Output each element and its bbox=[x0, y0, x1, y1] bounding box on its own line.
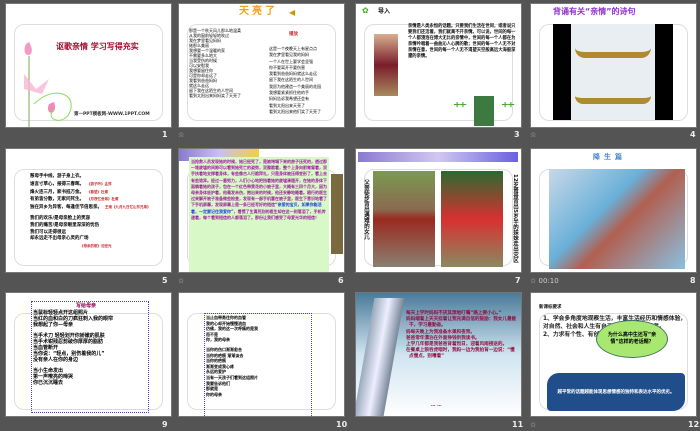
slide-title: 讴歌亲情 学习写得充实 bbox=[56, 42, 139, 51]
text-line: 当手术刀 轻轻划开你娇嫩的肌肤 bbox=[33, 332, 105, 339]
slide-thumbnail-1[interactable]: 讴歌亲情 学习写得充实 第一PPT模板网-WWW.1PPT.COM bbox=[5, 3, 172, 128]
text-line: 却永远走不出母亲心灵的广场 bbox=[30, 236, 89, 242]
slide-number: 1 bbox=[162, 130, 168, 139]
summary-banner: 越平常的话题越能体现思想情感的独特和表达水平的优劣。 bbox=[547, 373, 685, 411]
slide-number: 8 bbox=[690, 276, 696, 285]
saxophone-image bbox=[356, 298, 405, 416]
slide-number: 6 bbox=[338, 276, 344, 285]
text-line: 独在异乡为异客，每逢佳节倍思亲。 王维《九月九日忆山东兄弟》 bbox=[30, 205, 151, 211]
intro-text: 亲情是人类永恒的话题。只要我们生活在世间，或者说只要我们还活着，我们就离不开亲情… bbox=[408, 24, 516, 59]
lyrics-right: 这是一个夜晚天上有星点点 我在梦里看见我的妈妈 一个人在世上要学会坚强 你不要离开不要… bbox=[269, 46, 321, 115]
slide-heading: 新课标要求 bbox=[539, 305, 562, 310]
poem-source: 《月夜忆舍弟》杜甫 bbox=[87, 197, 119, 202]
slide-thumbnail-5[interactable]: 慈母手中线，游子身上衣。谁言寸草心，报得三春晖。 《游子吟》孟郊 烽火连三月，家书抵… bbox=[5, 148, 172, 273]
photo-caption-left: 父亲徒步背出遇难的女儿 bbox=[363, 179, 369, 240]
surgery-photo bbox=[549, 169, 685, 269]
text-line: 我们的欢乐/是母亲脸上的笑容 bbox=[30, 215, 91, 221]
text-line: 仿佛，我的这一次呼痛的是我 bbox=[206, 326, 258, 332]
slide-thumbnail-12[interactable]: 新课标要求 1、学会多角度地观察生活，丰富生活经历和情感体验，对自然、社会和人生… bbox=[530, 292, 697, 417]
ellipsis: … … bbox=[431, 403, 442, 408]
slide-number: 5 bbox=[162, 276, 168, 285]
father-daughter-photo bbox=[373, 171, 435, 267]
text-line: 谁言寸草心，报得三春晖。 《游子吟》孟郊 bbox=[30, 181, 112, 187]
slide-number: 9 bbox=[162, 420, 168, 429]
grass-image: ⺿ bbox=[453, 102, 467, 118]
slide-thumbnail-2[interactable]: 天亮了 ◀ 播放 那是一个秋天风儿那么地温柔 从我的窗前轻轻地吹过 我在梦里看见妈妈… bbox=[178, 3, 345, 128]
text-line: 烽火连三月，家书抵万金。 《春望》杜甫 bbox=[30, 189, 108, 195]
grass-image: ⺿ bbox=[501, 102, 515, 118]
audio-label[interactable]: 播放 bbox=[289, 32, 298, 38]
slide-number: 3 bbox=[514, 130, 520, 139]
side-photo bbox=[331, 174, 343, 254]
slide-title: 降生篇 bbox=[593, 153, 626, 161]
text-line: 有弟皆分散，无家问死生。 《月夜忆舍弟》杜甫 bbox=[30, 197, 119, 203]
slide-thumbnail-9[interactable]: 写给母亲 当鼠标轻轻点开这组照片 当红的血和白的刀疯狂刺入我的眼帘 我想起了你—母亲… bbox=[5, 292, 172, 417]
speech-bubble: 为什么高中生还写”亲情”这样的老话题？ bbox=[596, 320, 668, 358]
transition-icon[interactable]: ☆ bbox=[530, 131, 536, 139]
leaf-icon: ✿ bbox=[362, 6, 369, 15]
transition-icon[interactable]: ☆ bbox=[178, 131, 184, 139]
slide-thumbnail-7[interactable]: 父亲徒步背出遇难的女儿 12岁哥哥背出5岁半的妹妹走出灾区 bbox=[355, 148, 522, 273]
text-line: 你已沉沉睡去 bbox=[33, 380, 64, 387]
slide-thumbnail-8[interactable]: 降生篇 bbox=[530, 148, 697, 273]
poem-lines: 当鼠标轻轻点开这组照片 当红的血和白的刀疯狂刺入我的眼帘 我想起了你—母亲 当手术刀 … bbox=[33, 310, 113, 386]
text-line: 你的母亲 bbox=[206, 391, 222, 397]
text-line: 妈妈端着上天天挂着让我充满自信的鼓励：我女儿最能干，学习最勤奋。 bbox=[406, 317, 517, 329]
transition-icon[interactable]: ☆ bbox=[530, 421, 536, 429]
story-text: 当抢救人员发现她的时候，她已经死了，是被垮塌下来的房子压死的，透过那一堆废墟的间… bbox=[189, 157, 329, 272]
transition-icon[interactable]: ☆ bbox=[178, 277, 184, 285]
brother-sister-photo bbox=[441, 171, 503, 267]
text-line: 《母亲的眼》沈宏光 bbox=[80, 244, 112, 249]
speaker-icon[interactable]: ◀ bbox=[289, 9, 295, 17]
slide-thumbnail-4[interactable]: 背诵有关“亲情”的诗句 bbox=[530, 3, 697, 128]
slide-number: 11 bbox=[512, 420, 524, 429]
slide-title: 导入 bbox=[378, 8, 391, 15]
text-line: 当有一天孩子们看到这组照片 bbox=[206, 374, 258, 380]
illustration-image bbox=[553, 24, 673, 120]
slide-thumbnail-3[interactable]: ✿ 导入 亲情是人类永恒的话题。只要我们生活在世间，或者说只要我们还活着，我们就… bbox=[355, 3, 522, 128]
slide-title: 天亮了 bbox=[239, 6, 278, 17]
slide-number: 12 bbox=[688, 420, 700, 429]
poem-lines: 慈母手中线，游子身上衣。谁言寸草心，报得三春晖。 《游子吟》孟郊 烽火连三月，家书抵… bbox=[30, 174, 151, 250]
text-line: 我们的痛苦/是母亲眼里深深的忧伤 bbox=[30, 222, 100, 228]
grandfather-child-photo bbox=[374, 34, 398, 96]
slide-number: 7 bbox=[515, 276, 521, 285]
timing-label: ☆ 00:10 bbox=[530, 277, 559, 285]
bullet-list: 每天上学时妈妈不厌其烦地叮嘱“路上要小心。” 妈妈端着上天天挂着让我充满自信的鼓励… bbox=[406, 311, 518, 361]
slide-number: 10 bbox=[336, 420, 348, 429]
poem-source: 《游子吟》孟郊 bbox=[87, 181, 112, 186]
text-line: 在餐桌上狼吞虎咽时，我妈一边为我拍背一边说：“慢点慢点，别噎着” bbox=[406, 348, 515, 360]
text-line: 慈母手中线，游子身上衣。 bbox=[30, 174, 84, 179]
garden-photo bbox=[474, 96, 494, 126]
poem-lines: 当止血带勇往你的血管 我的心却开始慢慢流血 仿佛，我的这一次呼痛的是我 而不是 你，我的… bbox=[206, 315, 258, 397]
lyrics-left: 那是一个秋天风儿那么地温柔 从我的窗前轻轻地吹过 我在梦里看见妈妈 她那么美丽 我想要一… bbox=[189, 28, 241, 98]
photo-caption-right: 12岁哥哥背出5岁半的妹妹走出灾区 bbox=[512, 174, 518, 263]
slide-thumbnail-6[interactable]: 当抢救人员发现她的时候，她已经死了，是被垮塌下来的房子压死的，透过那一堆废墟的间… bbox=[178, 148, 345, 273]
text-line: 看到太阳出来妈妈笑了天亮了 bbox=[189, 93, 241, 98]
slide-thumbnail-11[interactable]: 每天上学时妈妈不厌其烦地叮嘱“路上要小心。” 妈妈端着上天天挂着让我充满自信的鼓励… bbox=[355, 292, 522, 417]
slide-footer: 第一PPT模板网-WWW.1PPT.COM bbox=[74, 112, 150, 117]
flower-decoration bbox=[358, 152, 518, 162]
slide-thumbnail-10[interactable]: 当止血带勇往你的血管 我的心却开始慢慢流血 仿佛，我的这一次呼痛的是我 而不是 你，我的… bbox=[178, 292, 345, 417]
slide-title: 背诵有关“亲情”的诗句 bbox=[553, 7, 636, 16]
poem-source: 《春望》杜甫 bbox=[87, 189, 108, 194]
slide-title: 写给母亲 bbox=[76, 303, 97, 309]
poem-source: 王维《九月九日忆山东兄弟》 bbox=[105, 205, 151, 210]
slide-number: 4 bbox=[690, 130, 696, 139]
text-line: 看到太阳出来他们笑了天亮了 bbox=[269, 108, 321, 114]
